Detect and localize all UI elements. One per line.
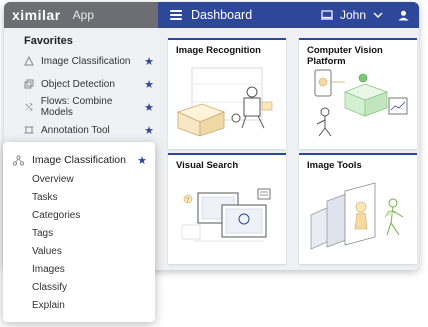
user-icon[interactable] — [398, 10, 409, 21]
star-icon[interactable]: ★ — [144, 101, 154, 114]
submenu-item-overview[interactable]: Overview — [32, 174, 74, 185]
submenu-header[interactable]: Image Classification ★ — [13, 152, 147, 168]
submenu-item-classify[interactable]: Classify — [32, 282, 67, 293]
submenu-item-explain[interactable]: Explain — [32, 300, 65, 311]
detection-icon — [24, 79, 34, 89]
card-image-tools[interactable]: Image Tools — [299, 153, 417, 264]
sidebar-item-label: Image Classification — [41, 55, 131, 67]
favorites-heading: Favorites — [24, 35, 73, 47]
sidebar-item-object-detection[interactable]: Object Detection ★ — [24, 76, 154, 92]
image-classification-submenu: Image Classification ★ Overview Tasks Ca… — [3, 142, 155, 322]
submenu-item-images[interactable]: Images — [32, 264, 65, 275]
card-computer-vision-platform[interactable]: Computer Vision Platform — [299, 38, 417, 149]
computer-vision-illustration — [314, 69, 408, 137]
star-icon[interactable]: ★ — [144, 124, 154, 137]
star-icon[interactable]: ★ — [137, 154, 147, 167]
hamburger-menu-icon[interactable] — [170, 10, 182, 20]
monitor-icon — [320, 10, 333, 20]
chevron-down-icon[interactable] — [373, 12, 383, 19]
card-image-recognition[interactable]: Image Recognition — [168, 38, 286, 149]
card-title: Image Recognition — [176, 45, 261, 56]
card-title: Visual Search — [176, 160, 239, 171]
brand-bar: ximilar App — [4, 2, 158, 28]
classification-icon — [13, 154, 24, 166]
annotation-icon — [24, 125, 34, 135]
sidebar-item-annotation-tool[interactable]: Annotation Tool ★ — [24, 122, 154, 138]
ximilar-logo[interactable]: ximilar — [12, 7, 61, 23]
submenu-item-tasks[interactable]: Tasks — [32, 192, 58, 203]
top-bar: Dashboard John — [158, 2, 419, 28]
dashboard-main: Image Recognition Computer Vision Platfo… — [158, 28, 419, 270]
user-name[interactable]: John — [340, 8, 366, 22]
submenu-item-categories[interactable]: Categories — [32, 210, 80, 221]
sidebar-item-flows[interactable]: ⤭ Flows: Combine Models ★ — [24, 96, 154, 118]
star-icon[interactable]: ★ — [144, 78, 154, 91]
sidebar-item-label: Object Detection — [41, 78, 115, 90]
card-title: Image Tools — [307, 160, 362, 171]
user-menu[interactable]: John — [320, 8, 419, 22]
image-recognition-illustration — [176, 67, 273, 137]
submenu-item-values[interactable]: Values — [32, 246, 62, 257]
image-tools-illustration — [310, 182, 404, 250]
visual-search-illustration: ? — [181, 188, 271, 242]
flows-icon: ⤭ — [25, 101, 33, 112]
star-icon[interactable]: ★ — [144, 55, 154, 68]
submenu-title: Image Classification — [32, 154, 126, 166]
app-label: App — [72, 8, 94, 22]
sidebar-item-label: Flows: Combine Models — [40, 96, 113, 118]
sidebar-item-label: Annotation Tool — [41, 124, 110, 136]
submenu-item-tags[interactable]: Tags — [32, 228, 53, 239]
card-visual-search[interactable]: Visual Search ? — [168, 153, 286, 264]
classification-icon — [24, 56, 34, 66]
sidebar-item-image-classification[interactable]: Image Classification ★ — [24, 53, 154, 69]
page-title: Dashboard — [191, 8, 253, 22]
